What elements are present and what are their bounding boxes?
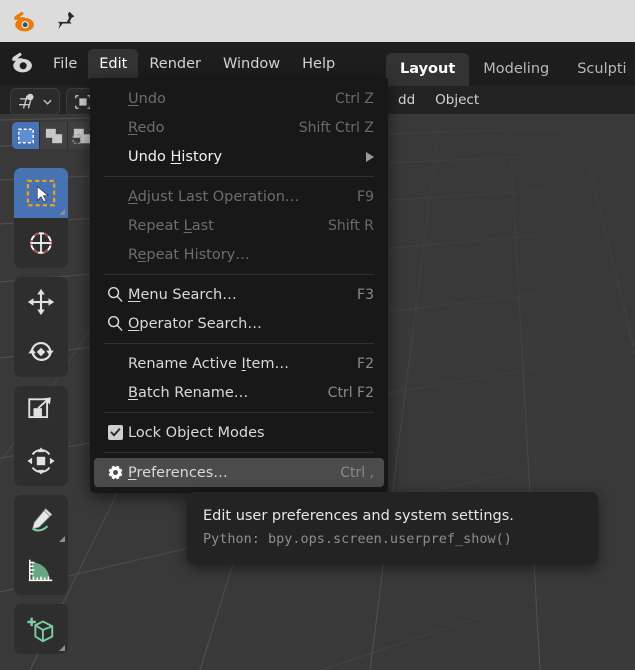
rotate-icon xyxy=(28,342,54,361)
menu-file[interactable]: File xyxy=(42,49,88,79)
blender-logo-icon xyxy=(12,8,38,34)
menu-item-label: Rename Active Item… xyxy=(128,355,290,372)
menu-operator-search[interactable]: Operator Search… xyxy=(94,309,384,338)
transform-icon xyxy=(27,447,55,475)
tab-modeling[interactable]: Modeling xyxy=(469,53,563,86)
tool-add-cube[interactable] xyxy=(14,604,68,654)
blender-window: File Edit Render Window Help Layout Mode… xyxy=(0,0,635,670)
tool-expand-corner[interactable] xyxy=(59,645,65,651)
menu-preferences[interactable]: Preferences… Ctrl , xyxy=(94,458,384,487)
tool-transform[interactable] xyxy=(14,436,68,486)
menu-item-shortcut: F3 xyxy=(357,286,374,303)
viewport-menu-object[interactable]: Object xyxy=(425,91,489,109)
menu-adjust-last-operation: Adjust Last Operation… F9 xyxy=(94,182,384,211)
menu-item-shortcut: F2 xyxy=(357,355,374,372)
tool-group-transform1 xyxy=(14,277,68,377)
tool-group-annotate xyxy=(14,495,68,595)
menu-item-label: Undo xyxy=(128,90,166,107)
tooltip-description: Edit user preferences and system setting… xyxy=(203,508,514,524)
measure-protractor-icon xyxy=(28,559,53,582)
snap-icon xyxy=(19,93,34,108)
menu-separator xyxy=(104,274,374,275)
pushpin-icon[interactable] xyxy=(52,8,78,34)
menu-separator xyxy=(104,343,374,344)
menu-item-label: Undo History xyxy=(128,148,223,165)
tool-cursor[interactable] xyxy=(14,218,68,268)
menu-item-label: Repeat Last xyxy=(128,217,214,234)
scale-icon xyxy=(28,397,51,419)
menu-item-label: Redo xyxy=(128,119,165,136)
select-mode-row xyxy=(12,122,96,149)
tool-annotate[interactable] xyxy=(14,495,68,545)
menu-repeat-history: Repeat History… xyxy=(94,240,384,269)
tool-expand-corner[interactable] xyxy=(59,536,65,542)
search-icon xyxy=(102,286,128,303)
tab-layout[interactable]: Layout xyxy=(386,53,470,86)
tool-measure[interactable] xyxy=(14,545,68,595)
tool-expand-corner[interactable] xyxy=(59,209,65,215)
menu-separator xyxy=(104,412,374,413)
annotate-pencil-icon xyxy=(31,508,53,532)
menu-item-shortcut: Shift Ctrl Z xyxy=(298,119,374,136)
select-box-cursor-icon xyxy=(26,179,56,207)
select-extend-icon xyxy=(45,128,62,143)
menu-repeat-last: Repeat Last Shift R xyxy=(94,211,384,240)
submenu-arrow-icon xyxy=(366,151,374,162)
menu-item-label: Repeat History… xyxy=(128,246,250,263)
gear-icon xyxy=(102,464,128,481)
menu-undo: Undo Ctrl Z xyxy=(94,84,384,113)
snap-magnet-widget[interactable] xyxy=(10,88,60,115)
tab-sculpting[interactable]: Sculpti xyxy=(563,53,635,86)
menu-render[interactable]: Render xyxy=(138,49,212,79)
menu-item-shortcut: Shift R xyxy=(328,217,374,234)
menu-lock-object-modes[interactable]: Lock Object Modes xyxy=(94,418,384,447)
menu-menu-search[interactable]: Menu Search… F3 xyxy=(94,280,384,309)
menu-separator xyxy=(104,176,374,177)
menu-item-label: Menu Search… xyxy=(128,286,237,303)
chevron-down-icon[interactable] xyxy=(42,97,53,107)
menu-help[interactable]: Help xyxy=(291,49,346,79)
menu-item-label: Batch Rename… xyxy=(128,384,249,401)
checkbox-icon[interactable] xyxy=(102,425,128,440)
select-new-icon xyxy=(17,128,34,143)
add-cube-icon xyxy=(27,617,54,643)
tool-group-select xyxy=(14,168,68,268)
menu-item-shortcut: Ctrl Z xyxy=(335,90,374,107)
menu-redo: Redo Shift Ctrl Z xyxy=(94,113,384,142)
tooltip-python-path: Python: bpy.ops.screen.userpref_show() xyxy=(203,531,512,547)
tool-scale[interactable] xyxy=(14,386,68,436)
menu-item-shortcut: Ctrl , xyxy=(340,464,374,481)
edit-menu-dropdown: Undo Ctrl Z Redo Shift Ctrl Z Undo History Ad… xyxy=(90,78,388,493)
menu-batch-rename[interactable]: Batch Rename… Ctrl F2 xyxy=(94,378,384,407)
menu-edit[interactable]: Edit xyxy=(88,49,139,79)
menu-item-shortcut: F9 xyxy=(357,188,374,205)
menu-separator xyxy=(104,452,374,453)
viewport-toolbar xyxy=(14,168,68,663)
select-subtract-icon xyxy=(72,128,90,144)
menu-window[interactable]: Window xyxy=(212,49,291,79)
menu-item-label: Lock Object Modes xyxy=(128,424,265,441)
tool-move[interactable] xyxy=(14,277,68,327)
tool-group-add xyxy=(14,604,68,654)
menu-item-label: Adjust Last Operation… xyxy=(128,188,300,205)
blender-logo-icon[interactable] xyxy=(0,49,42,79)
3d-cursor-icon xyxy=(30,232,52,254)
move-arrows-icon xyxy=(27,288,55,316)
search-icon xyxy=(102,315,128,332)
tool-rotate[interactable] xyxy=(14,327,68,377)
menu-undo-history[interactable]: Undo History xyxy=(94,142,384,171)
menu-item-label: Operator Search… xyxy=(128,315,262,332)
menu-item-shortcut: Ctrl F2 xyxy=(327,384,374,401)
viewport-menu-add[interactable]: dd xyxy=(388,91,425,109)
workspace-tabs: Layout Modeling Sculpti xyxy=(386,42,635,86)
preferences-tooltip: Edit user preferences and system setting… xyxy=(187,492,598,564)
tool-tweak-select-box[interactable] xyxy=(14,168,68,218)
viewport-tool-widgets xyxy=(10,88,100,115)
menu-item-label: Preferences… xyxy=(128,464,228,481)
menu-rename-active-item[interactable]: Rename Active Item… F2 xyxy=(94,349,384,378)
os-title-bar xyxy=(0,0,635,42)
tool-group-transform2 xyxy=(14,386,68,486)
select-set-new[interactable] xyxy=(12,122,40,149)
select-extend[interactable] xyxy=(40,122,68,149)
